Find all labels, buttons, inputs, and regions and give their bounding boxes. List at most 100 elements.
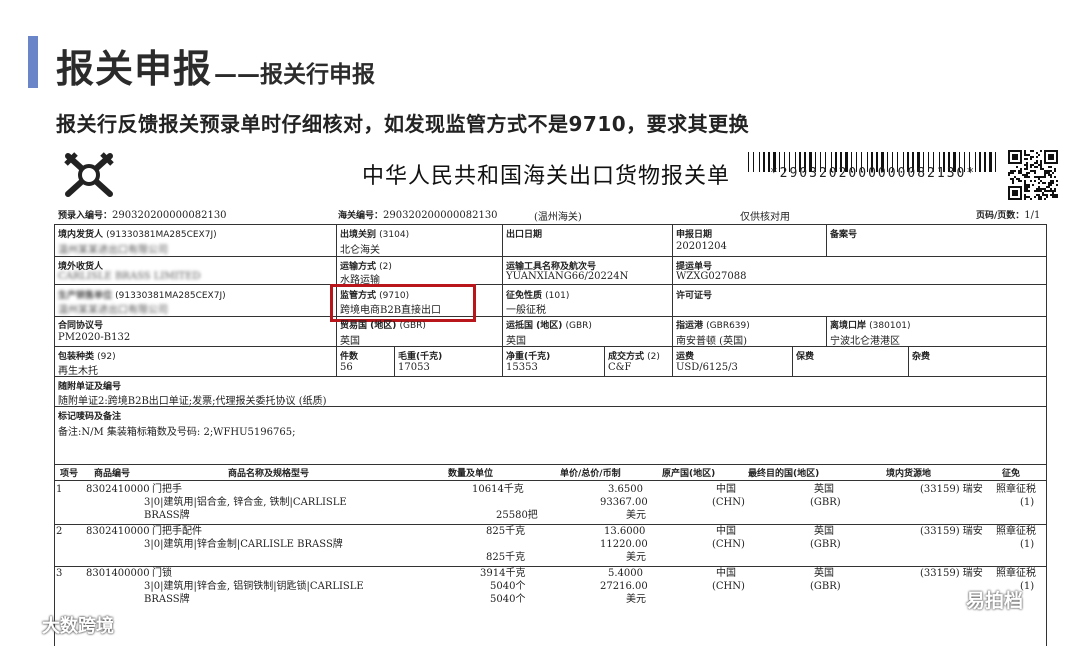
goods-price: 5.4000 xyxy=(608,568,643,579)
goods-code: 8302410000 xyxy=(86,526,150,537)
goods-col-qty: 数量及单位 xyxy=(448,469,494,479)
prerecord-number: 预录入编号：290320200000082130 xyxy=(58,210,227,221)
pieces-value: 56 xyxy=(340,362,353,373)
grid-line xyxy=(604,346,605,376)
grid-line xyxy=(54,376,1046,377)
instruction-text: 报关行反馈报关预录单时仔细核对，如发现监管方式不是9710，要求其更换 xyxy=(56,112,750,136)
goods-currency: 美元 xyxy=(626,510,646,521)
grid-line xyxy=(54,256,1046,257)
goods-name: 门把手配件 xyxy=(152,526,202,537)
goods-qty: 10614千克 xyxy=(472,484,524,495)
goods-col-levy: 征免 xyxy=(1002,469,1021,479)
supervision-mode-highlight xyxy=(330,284,476,322)
goods-total: 11220.00 xyxy=(600,539,648,550)
goods-col-no: 项号 xyxy=(60,469,79,479)
goods-qty: 825千克 xyxy=(486,526,526,537)
goods-origin: 中国 xyxy=(716,568,736,579)
grid-line xyxy=(54,464,1046,465)
goods-total: 93367.00 xyxy=(600,497,648,508)
goods-dest-code: (GBR) xyxy=(810,497,841,508)
exit-port-value: 宁波北仑港港区 xyxy=(830,336,900,347)
goods-name: 门把手 xyxy=(152,484,182,495)
goods-qty-2: 825千克 xyxy=(486,552,526,563)
grid-line xyxy=(54,480,1046,481)
goods-dest-code: (GBR) xyxy=(810,581,841,592)
grid-line xyxy=(54,316,1046,317)
brand-name-left: 大数跨境 xyxy=(42,616,114,637)
goods-origin-code: (CHN) xyxy=(712,497,745,508)
page-title: 报关申报 ——报关行申报 xyxy=(56,38,375,91)
goods-qty-2: 5040个 xyxy=(490,581,526,592)
goods-brand: BRASS牌 xyxy=(144,594,190,605)
grid-line xyxy=(792,346,793,376)
goods-col-origin: 原产国(地区) xyxy=(662,469,716,479)
customs-number: 海关编号：290320200000082130 xyxy=(338,210,498,221)
goods-dest: 英国 xyxy=(814,526,834,537)
grid-line xyxy=(1046,224,1047,646)
marks-label: 标记唛码及备注 xyxy=(58,412,122,422)
brand-logo-left: 大数跨境 xyxy=(8,612,114,638)
levy-nature: 征免性质 (101) xyxy=(506,291,570,301)
page-title-main: 报关申报 xyxy=(56,47,213,91)
insurance-label: 保费 xyxy=(796,352,815,362)
trade-country: 贸易国 (地区) (GBR) xyxy=(340,321,426,331)
deal-mode-value: C&F xyxy=(608,362,632,373)
dest-country-value: 英国 xyxy=(506,336,526,347)
bl-value: WZXG027088 xyxy=(676,271,747,282)
goods-spec: 3|0|建筑用|铝合金, 锌合金, 铁制|CARLISLE xyxy=(144,497,347,508)
goods-levy: 照章征税 xyxy=(996,526,1036,537)
freight-value: USD/6125/3 xyxy=(676,362,738,373)
contract-label: 合同协议号 xyxy=(58,321,104,331)
grid-line xyxy=(672,316,673,346)
goods-source: (33159) 瑞安 xyxy=(920,484,983,495)
goods-source: (33159) 瑞安 xyxy=(920,526,983,537)
form-title: 中华人民共和国海关出口货物报关单 xyxy=(362,164,731,189)
freight-label: 运费 xyxy=(676,352,695,362)
customs-emblem-icon xyxy=(64,152,114,197)
domestic-consignor-name: 温州某某进出口有限公司 xyxy=(58,245,168,256)
grid-line xyxy=(336,346,337,376)
goods-currency: 美元 xyxy=(626,552,646,563)
export-date-label: 出口日期 xyxy=(506,230,543,240)
marks-value: 备注:N/M 集装箱标箱数及号码: 2;WFHU5196765; xyxy=(58,427,296,438)
attached-docs-label: 随附单证及编号 xyxy=(58,382,122,392)
grid-line xyxy=(394,346,395,376)
page-number: 页码/页数：1/1 xyxy=(976,210,1041,221)
goods-dest-code: (GBR) xyxy=(810,539,841,550)
export-port-value: 北仑海关 xyxy=(340,245,380,256)
trade-country-value: 英国 xyxy=(340,336,360,347)
grid-line xyxy=(502,224,503,316)
verification-notice: 仅供核对用 xyxy=(740,212,790,223)
dest-port: 指运港 (GBR639) xyxy=(676,321,750,331)
levy-nature-value: 一般征税 xyxy=(506,305,546,316)
goods-code: 8302410000 xyxy=(86,484,150,495)
net-weight-value: 15353 xyxy=(506,362,538,373)
goods-brand: BRASS牌 xyxy=(144,510,190,521)
goods-source: (33159) 瑞安 xyxy=(920,568,983,579)
package-type: 包装种类 (92) xyxy=(58,352,116,362)
net-weight-label: 净重(千克) xyxy=(506,352,551,362)
goods-name: 门锁 xyxy=(152,568,172,579)
grid-line xyxy=(908,346,909,376)
goods-currency: 美元 xyxy=(626,594,646,605)
domestic-consignor: 境内发货人 (91330381MA285CEX7J) xyxy=(58,230,217,240)
producer: 生产销售单位 (91330381MA285CEX7J) xyxy=(58,291,226,301)
goods-dest: 英国 xyxy=(814,484,834,495)
goods-no: 2 xyxy=(56,526,63,537)
grid-line xyxy=(826,224,827,256)
goods-total: 27216.00 xyxy=(600,581,648,592)
license-label: 许可证号 xyxy=(676,291,713,301)
grid-line xyxy=(826,316,827,346)
goods-col-dest: 最终目的国(地区) xyxy=(748,469,820,479)
goods-origin: 中国 xyxy=(716,526,736,537)
goods-col-source: 境内货源地 xyxy=(886,469,932,479)
deal-mode: 成交方式 (2) xyxy=(608,352,660,362)
goods-price: 3.6500 xyxy=(608,484,643,495)
goods-dest: 英国 xyxy=(814,568,834,579)
wechat-icon xyxy=(930,588,960,611)
goods-no: 1 xyxy=(56,484,63,495)
customs-office: (温州海关) xyxy=(534,212,582,223)
brand-name-right: 易拍档 xyxy=(966,590,1024,612)
goods-qty-2: 25580把 xyxy=(496,510,538,521)
goods-spec: 3|0|建筑用|锌合金, 铝铜铁制|钥匙锁|CARLISLE xyxy=(144,581,364,592)
